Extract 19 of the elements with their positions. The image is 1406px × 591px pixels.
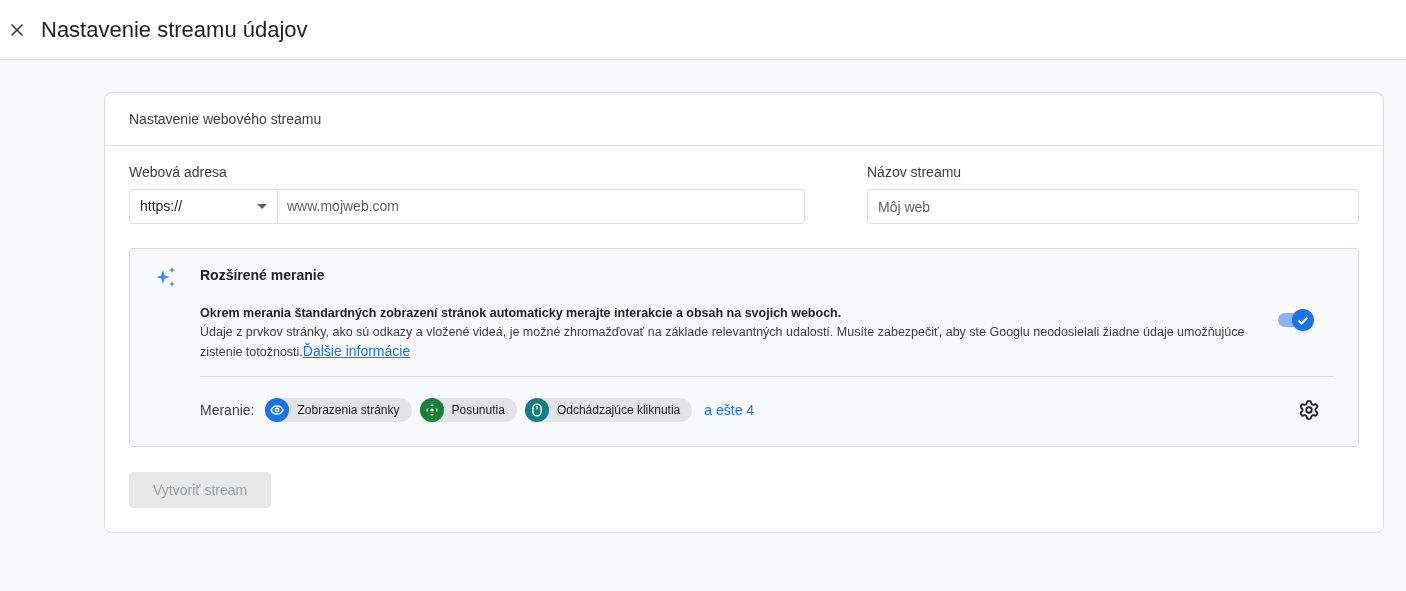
learn-more-link[interactable]: Ďalšie informácie [302,343,411,359]
description: Údaje z prvkov stránky, ako sú odkazy a vložené videá, je možné zhromažďovať na základe relevantných udalostí. Musíte zabezpečiť, aby ste Googlu neodosielali žiadne údaje umožňujúce zistenie totožnosti.Ďalšie informácie [200,323,1246,361]
field-label: Webová adresa [129,163,228,182]
description-lead: Okrem merania štandardných zobrazení stránok automaticky merajte interakcie a obsah na svojich weboch. [200,305,843,322]
field-label: Názov streamu [867,163,963,182]
stream-name-field[interactable]: Môj web [867,189,1359,224]
card-title: Nastavenie webového streamu [129,109,322,129]
caret-icon [257,204,267,209]
measure-chip: Odchádzajúce kliknutia [524,398,693,422]
protocol-dropdown[interactable]: https:// [129,189,278,224]
url-field[interactable]: www.mojweb.com [278,189,805,224]
section-title: Rozšírené meranie [200,266,326,285]
toggle-switch[interactable] [1278,309,1314,331]
measure-chip: Zobrazenia stránky [265,398,412,422]
measure-chip: Posunutia [419,398,517,422]
more-link[interactable]: a ešte 4 [704,399,755,421]
window-title: Nastavenie streamu údajov [41,16,308,44]
measures-label: Meranie: [200,400,255,420]
settings-button[interactable] [1298,399,1320,421]
